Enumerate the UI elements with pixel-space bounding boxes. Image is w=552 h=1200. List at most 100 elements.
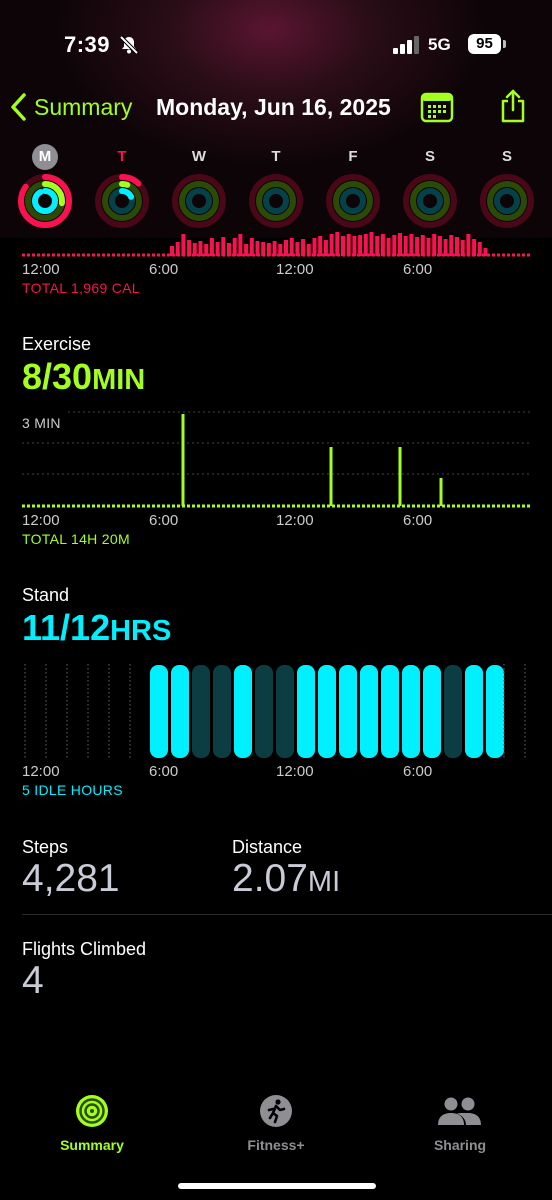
move-bar [323, 240, 328, 256]
exercise-tick-1: 6:00 [149, 512, 179, 529]
tab-fitness-plus[interactable]: Fitness+ [211, 1094, 341, 1153]
move-bar [426, 238, 431, 256]
exercise-spike-3 [439, 478, 443, 506]
stand-hour-bar [360, 665, 378, 758]
network-type: 5G [428, 35, 451, 54]
move-bar [415, 237, 420, 256]
exercise-tick-2: 12:00 [276, 512, 314, 529]
move-bar [221, 237, 226, 256]
stand-chart [24, 664, 526, 758]
activity-ring-6[interactable] [476, 170, 538, 232]
activity-ring-5[interactable] [399, 170, 461, 232]
move-bar [170, 246, 174, 256]
stand-tick-1: 6:00 [149, 763, 179, 780]
move-bar [352, 236, 357, 256]
move-bar [278, 244, 283, 256]
tab-sharing-label: Sharing [433, 1137, 487, 1153]
tab-sharing[interactable]: Sharing [395, 1094, 525, 1153]
silent-bell-icon [119, 35, 139, 55]
activity-ring-2[interactable] [168, 170, 230, 232]
week-day-3[interactable]: T [263, 144, 289, 170]
exercise-value: 8/30MIN [22, 356, 146, 397]
stand-hour-bar [444, 665, 462, 758]
chevron-left-icon [11, 93, 26, 121]
move-bar [455, 237, 459, 256]
stand-tick-3: 6:00 [403, 763, 433, 780]
move-bar [437, 236, 442, 256]
move-bar [181, 234, 186, 256]
stand-hour-bar [339, 665, 357, 758]
battery-cap [503, 40, 506, 48]
stand-hour-bar [150, 665, 168, 758]
move-bar [215, 242, 220, 256]
move-bar [249, 238, 254, 256]
stand-hour-bar [318, 665, 336, 758]
stand-hour-bar [213, 665, 231, 758]
move-bar [375, 236, 380, 256]
tab-summary[interactable]: Summary [27, 1094, 157, 1153]
week-day-5[interactable]: S [417, 144, 443, 170]
move-bar [420, 235, 425, 256]
stand-value: 11/12HRS [22, 607, 172, 648]
distance-label: Distance [232, 837, 303, 857]
calendar-icon[interactable] [420, 90, 454, 124]
move-tick-0: 12:00 [22, 261, 60, 278]
distance-value: 2.07MI [232, 857, 341, 900]
move-bar [329, 234, 334, 256]
move-bar [335, 232, 340, 256]
move-tick-2: 12:00 [276, 261, 314, 278]
activity-ring-3[interactable] [245, 170, 307, 232]
move-bar [244, 244, 249, 256]
move-bar [369, 232, 374, 256]
activity-ring-1[interactable] [91, 170, 153, 232]
page-title: Monday, Jun 16, 2025 [156, 94, 391, 120]
move-bar [312, 238, 317, 256]
move-bar [380, 234, 385, 256]
move-tick-3: 6:00 [403, 261, 433, 278]
exercise-total: TOTAL 14H 20M [22, 531, 130, 547]
stand-idle-hours: 5 IDLE HOURS [22, 782, 123, 798]
move-bar [483, 248, 488, 256]
flights-label: Flights Climbed [22, 939, 147, 959]
week-day-6[interactable]: S [494, 144, 520, 170]
share-icon[interactable] [498, 88, 528, 124]
move-bar [255, 241, 260, 256]
week-day-2[interactable]: W [186, 144, 212, 170]
stand-hour-bar [297, 665, 315, 758]
stand-hour-bar [486, 665, 504, 758]
move-bar [409, 234, 414, 256]
week-day-0[interactable]: M [32, 144, 58, 170]
activity-ring-4[interactable] [322, 170, 384, 232]
steps-value: 4,281 [22, 857, 120, 900]
tab-fitness-plus-label: Fitness+ [247, 1137, 305, 1153]
activity-ring-0[interactable] [14, 170, 76, 232]
move-bar [227, 243, 231, 256]
move-bar [187, 240, 192, 256]
divider [22, 914, 552, 915]
move-bar [466, 234, 471, 256]
exercise-tick-0: 12:00 [22, 512, 60, 529]
move-bar [403, 236, 408, 256]
exercise-label: Exercise [22, 334, 92, 354]
move-bar [432, 234, 437, 256]
stand-hour-bar [171, 665, 189, 758]
week-day-1[interactable]: T [109, 144, 135, 170]
steps-label: Steps [22, 837, 69, 857]
move-bar [175, 242, 180, 256]
move-bar [284, 240, 288, 256]
back-button[interactable]: Summary [8, 92, 132, 122]
move-bar [318, 236, 323, 256]
stand-tick-0: 12:00 [22, 763, 60, 780]
move-bar [266, 243, 271, 256]
move-bar [460, 240, 465, 256]
activity-rings-icon [76, 1095, 108, 1127]
move-bar [192, 243, 197, 256]
move-bar [295, 242, 300, 256]
move-bar [261, 242, 266, 256]
people-icon [438, 1097, 481, 1125]
week-day-4[interactable]: F [340, 144, 366, 170]
move-total: TOTAL 1,969 CAL [22, 280, 140, 296]
stand-hour-bar [402, 665, 420, 758]
stand-hour-bar [465, 665, 483, 758]
stand-hour-bar [381, 665, 399, 758]
